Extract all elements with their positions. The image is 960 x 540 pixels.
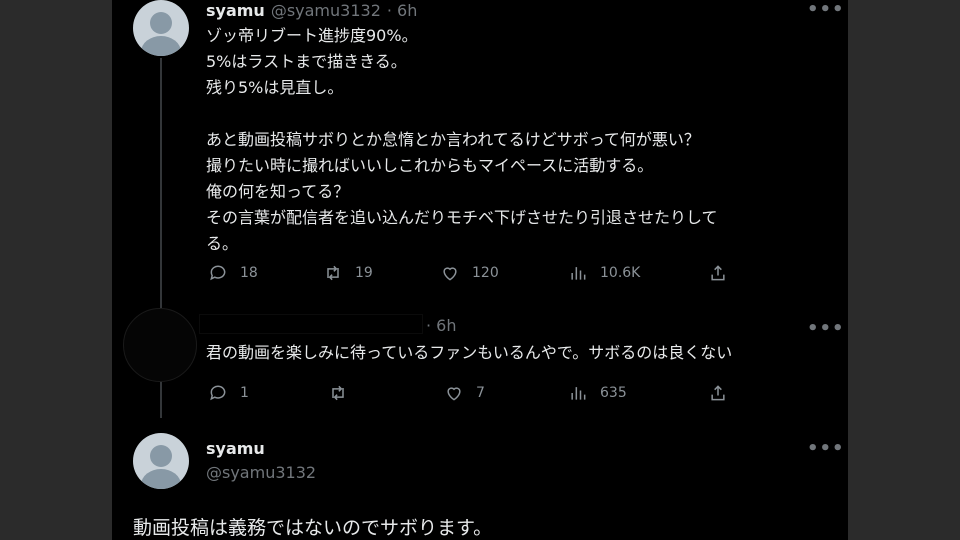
reply-text: 君の動画を楽しみに待っているファンもいるんやで。サボるのは良くない — [206, 343, 733, 362]
thread-line — [160, 58, 162, 308]
retweet-button[interactable]: 19 — [323, 263, 373, 283]
like-count: 120 — [472, 265, 499, 281]
more-horizontal-icon[interactable]: ••• — [807, 440, 844, 464]
avatar[interactable] — [123, 308, 197, 382]
share-button[interactable] — [708, 383, 728, 403]
like-count: 7 — [476, 385, 485, 401]
views-count: 635 — [600, 385, 627, 401]
tweet-text: 動画投稿は義務ではないのでサボります。 — [133, 517, 493, 539]
avatar[interactable] — [133, 0, 189, 56]
reply-button[interactable]: 18 — [208, 263, 258, 283]
tweet-actions: 18 19 120 10.6K — [208, 263, 728, 285]
like-button[interactable]: 120 — [440, 263, 499, 283]
timeline-frame: syamu @syamu3132 · 6h ••• ゾッ帝リブート進捗度90%。… — [112, 0, 848, 540]
share-upload-icon — [711, 385, 725, 401]
retweet-button[interactable] — [328, 383, 360, 403]
retweet-count: 19 — [355, 265, 373, 281]
speech-bubble-icon — [210, 265, 226, 281]
avatar[interactable] — [133, 433, 189, 489]
reply-button[interactable]: 1 — [208, 383, 249, 403]
handle[interactable]: @syamu3132 — [206, 463, 316, 482]
share-upload-icon — [711, 265, 725, 281]
retweet-icon — [327, 265, 339, 281]
handle[interactable]: @syamu3132 — [271, 1, 381, 20]
like-button[interactable]: 7 — [444, 383, 485, 403]
views-count: 10.6K — [600, 265, 641, 281]
views-button[interactable]: 635 — [568, 383, 627, 403]
more-horizontal-icon[interactable]: ••• — [807, 1, 844, 25]
more-horizontal-icon[interactable]: ••• — [807, 320, 844, 344]
heart-icon — [447, 387, 461, 401]
heart-icon — [443, 267, 457, 281]
bar-chart-icon — [571, 387, 586, 400]
tweet-header: syamu @syamu3132 · 6h — [206, 1, 417, 20]
reply-count: 1 — [240, 385, 249, 401]
timestamp[interactable]: · 6h — [426, 316, 457, 335]
display-name[interactable]: syamu — [206, 439, 265, 458]
timestamp[interactable]: · 6h — [387, 1, 418, 20]
reply-header: · 6h — [426, 316, 457, 335]
views-button[interactable]: 10.6K — [568, 263, 640, 283]
redacted-name — [200, 315, 422, 333]
display-name[interactable]: syamu — [206, 1, 265, 20]
speech-bubble-icon — [210, 385, 226, 401]
reply-count: 18 — [240, 265, 258, 281]
reply-actions: 1 7 635 — [208, 383, 728, 405]
tweet-text: ゾッ帝リブート進捗度90%。 5%はラストまで描ききる。 残り5%は見直し。 あ… — [206, 26, 718, 253]
thread-line — [160, 382, 162, 418]
share-button[interactable] — [708, 263, 728, 283]
bar-chart-icon — [571, 267, 586, 280]
retweet-icon — [332, 385, 344, 401]
